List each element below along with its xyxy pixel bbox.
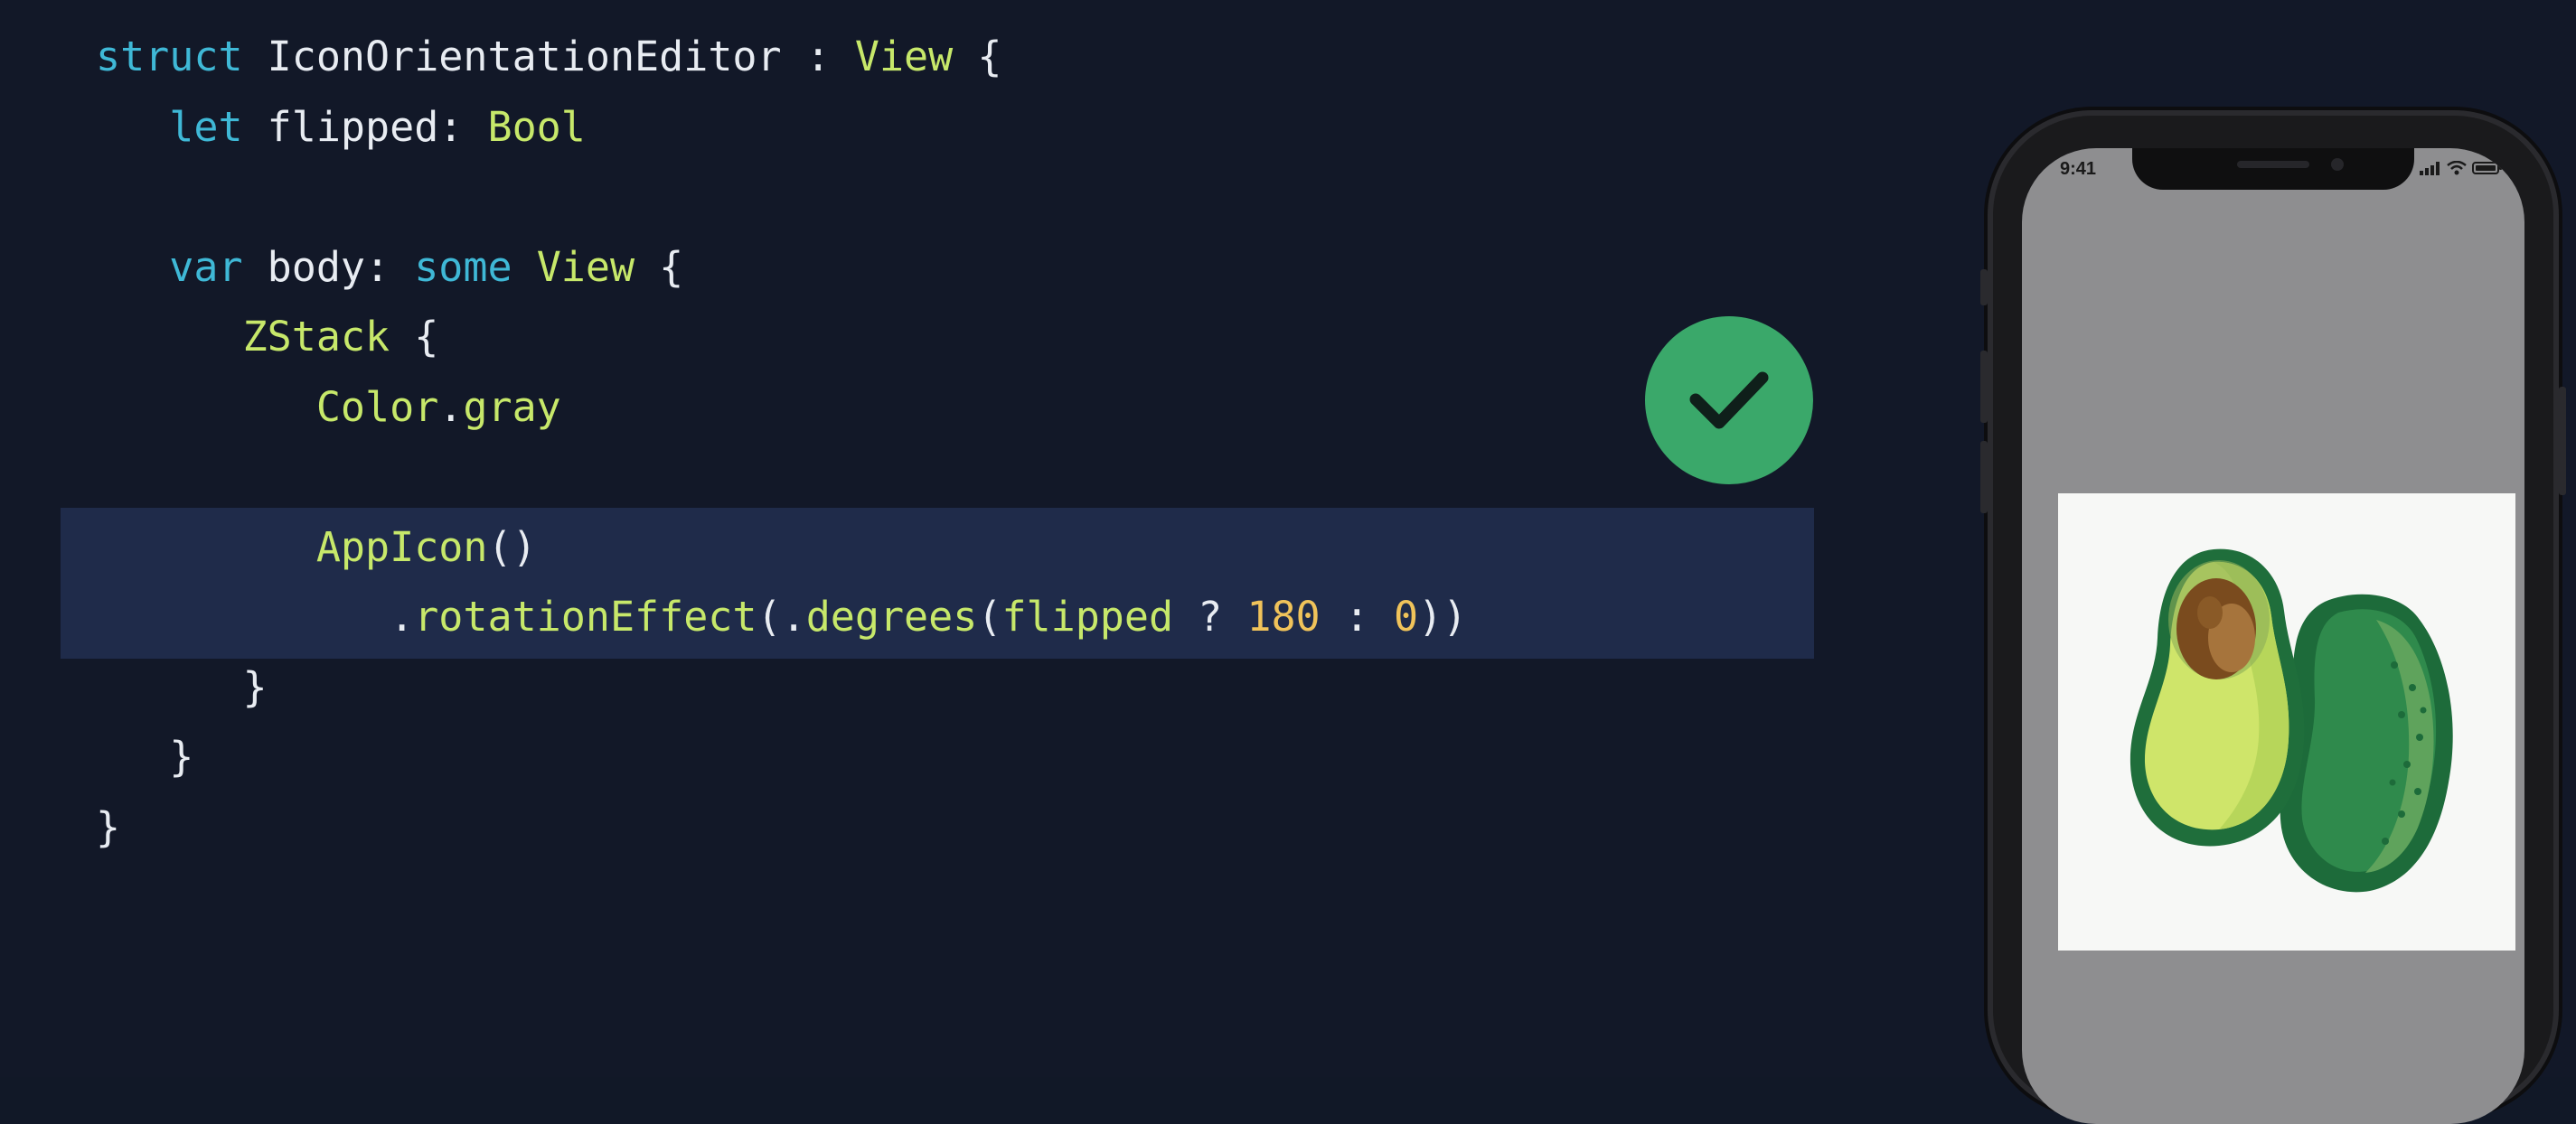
- whole-avocado: [2280, 594, 2453, 893]
- code-token-keyword: let: [96, 103, 243, 151]
- slide-stage: struct IconOrientationEditor : View { le…: [0, 0, 2576, 1124]
- code-token-plain: (.: [757, 593, 806, 641]
- code-token-plain: ?: [1173, 593, 1247, 641]
- code-token-keyword: some: [414, 243, 512, 291]
- checkmark-icon: [1689, 371, 1769, 429]
- avocado-icon: [2129, 548, 2453, 893]
- battery-icon: [2472, 162, 2502, 174]
- code-token-call: gray: [463, 383, 561, 431]
- code-token-plain: )): [1418, 593, 1468, 641]
- code-token-plain: }: [96, 663, 268, 711]
- halved-avocado: [2129, 548, 2305, 847]
- code-token-number: 180: [1246, 593, 1321, 641]
- code-line: AppIcon(): [96, 516, 537, 579]
- code-token-plain: {: [390, 313, 439, 361]
- code-line: }: [96, 726, 193, 789]
- code-token-plain: .: [96, 593, 415, 641]
- power-button: [2559, 387, 2566, 495]
- status-time: 9:41: [2060, 159, 2097, 179]
- code-token-type: Color: [96, 383, 439, 431]
- code-token-type: ZStack: [96, 313, 390, 361]
- wifi-icon: [2447, 161, 2467, 175]
- code-token-type: View: [536, 243, 635, 291]
- code-token-plain: }: [96, 733, 194, 781]
- code-token-plain: (: [977, 593, 1002, 641]
- code-token-plain: body:: [242, 243, 415, 291]
- code-line: ZStack {: [96, 305, 439, 369]
- phone-screen: 9:41: [2022, 148, 2524, 1124]
- code-line: let flipped: Bool: [96, 96, 586, 159]
- code-token-call: rotationEffect: [414, 593, 757, 641]
- front-camera: [2331, 158, 2344, 171]
- code-line: }: [96, 656, 268, 719]
- signal-icon: [2420, 162, 2440, 175]
- code-token-type: View: [854, 33, 954, 80]
- code-token-type: AppIcon: [96, 523, 488, 571]
- mute-switch: [1980, 269, 1988, 305]
- status-icons: [2420, 161, 2503, 175]
- code-token-plain: flipped:: [242, 103, 488, 151]
- volume-down-button: [1980, 441, 1988, 513]
- code-token-call: degrees: [805, 593, 978, 641]
- code-token-plain: {: [635, 243, 684, 291]
- notch: [2132, 148, 2414, 190]
- code-token-keyword: var: [96, 243, 243, 291]
- volume-up-button: [1980, 351, 1988, 423]
- check-badge: [1645, 316, 1813, 484]
- code-token-keyword: struct: [96, 33, 243, 80]
- code-token-plain: (): [487, 523, 537, 571]
- code-line: Color.gray: [96, 376, 561, 439]
- code-token-plain: {: [953, 33, 1002, 80]
- code-line: struct IconOrientationEditor : View {: [96, 25, 1001, 89]
- code-line: }: [96, 796, 120, 859]
- code-token-plain: IconOrientationEditor :: [242, 33, 855, 80]
- code-line: var body: some View {: [96, 236, 683, 299]
- code-token-plain: .: [438, 383, 464, 431]
- code-line: .rotationEffect(.degrees(flipped ? 180 :…: [96, 585, 1467, 649]
- code-token-plain: :: [1320, 593, 1394, 641]
- code-token-number: 0: [1393, 593, 1419, 641]
- code-token-type: Bool: [487, 103, 586, 151]
- code-token-plain: }: [96, 803, 121, 851]
- app-icon-card: [2058, 493, 2515, 951]
- earpiece-speaker: [2237, 161, 2309, 168]
- iphone-mockup: 9:41: [1980, 116, 2566, 1124]
- code-token-call: flipped: [1001, 593, 1174, 641]
